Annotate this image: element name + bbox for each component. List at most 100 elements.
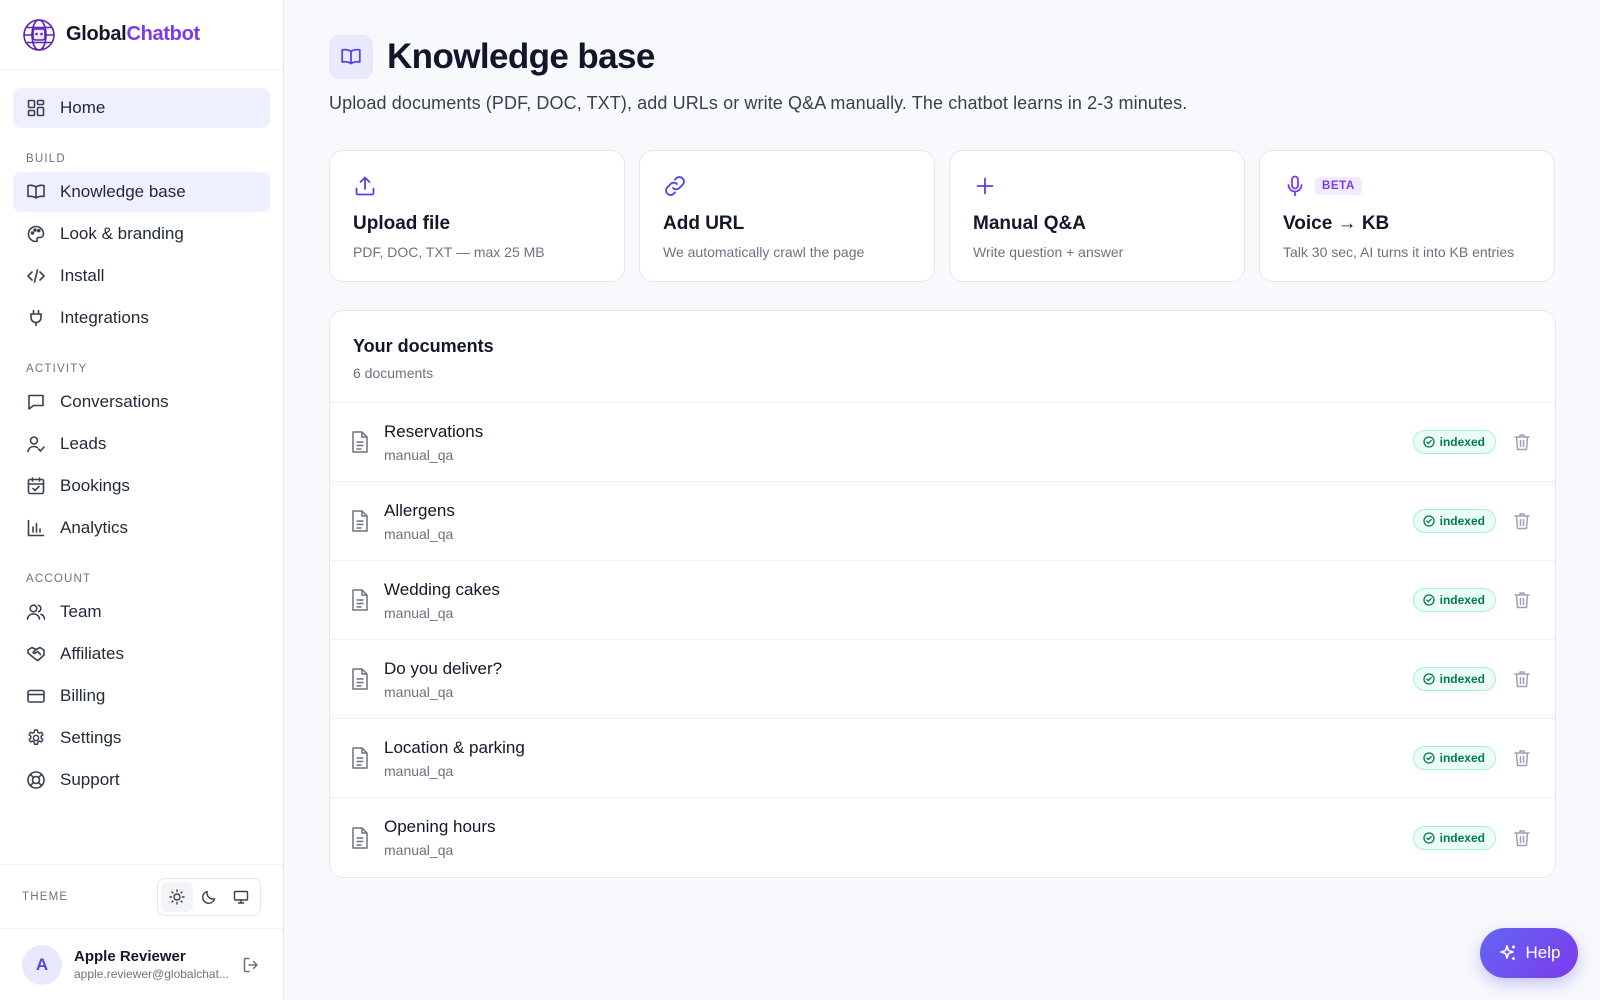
card-title: Manual Q&A: [973, 213, 1086, 234]
check-circle-icon: [1422, 831, 1435, 844]
document-source: manual_qa: [384, 446, 454, 463]
sidebar-item-label: Knowledge base: [60, 182, 186, 201]
status-label: indexed: [1439, 751, 1485, 765]
upload-file-card[interactable]: Upload file PDF, DOC, TXT — max 25 MB: [329, 150, 625, 282]
help-label: Help: [1525, 943, 1561, 962]
main-content: Knowledge base Upload documents (PDF, DO…: [329, 0, 1556, 878]
table-row[interactable]: Allergens manual_qa indexed: [330, 482, 1555, 561]
status-badge: indexed: [1412, 825, 1496, 850]
section-label-activity: ACTIVITY: [26, 363, 88, 375]
card-description: PDF, DOC, TXT — max 25 MB: [353, 244, 545, 260]
brand-name-part2: Chatbot: [126, 23, 200, 45]
brand[interactable]: GlobalChatbot: [0, 0, 283, 70]
trash-icon[interactable]: [1512, 590, 1532, 610]
card-description: We automatically crawl the page: [663, 244, 865, 260]
sidebar-item-team[interactable]: Team: [13, 592, 270, 632]
sidebar-nav: Home BUILD Knowledge base Look & brandin…: [0, 70, 283, 800]
sidebar-item-integrations[interactable]: Integrations: [13, 298, 270, 338]
document-name[interactable]: Reservations: [384, 422, 1413, 442]
trash-icon[interactable]: [1512, 748, 1532, 768]
user-info: Apple Reviewer apple.reviewer@globalchat…: [74, 948, 241, 981]
sidebar-item-billing[interactable]: Billing: [13, 676, 270, 716]
sidebar-item-leads[interactable]: Leads: [13, 424, 270, 464]
sidebar-item-label: Team: [60, 602, 102, 621]
upload-icon: [353, 174, 377, 198]
link-icon: [663, 174, 687, 198]
document-text: Allergens manual_qa: [384, 501, 1413, 542]
status-label: indexed: [1439, 435, 1485, 449]
plug-icon: [26, 308, 46, 328]
sun-icon[interactable]: [161, 881, 193, 912]
trash-icon[interactable]: [1512, 669, 1532, 689]
document-text: Wedding cakes manual_qa: [384, 580, 1413, 621]
moon-icon[interactable]: [193, 882, 225, 912]
check-circle-icon: [1422, 515, 1435, 527]
calendar-check-icon: [26, 476, 46, 496]
manual-qa-card[interactable]: Manual Q&A Write question + answer: [949, 150, 1245, 282]
document-name[interactable]: Do you deliver?: [384, 659, 1413, 679]
add-url-card[interactable]: Add URL We automatically crawl the page: [639, 150, 935, 282]
table-row[interactable]: Location & parking manual_qa indexed: [330, 719, 1555, 798]
documents-count: 6 documents: [353, 365, 434, 381]
trash-icon[interactable]: [1512, 511, 1532, 531]
sidebar-item-support[interactable]: Support: [13, 760, 270, 800]
status-badge: indexed: [1412, 667, 1496, 691]
table-row[interactable]: Opening hours manual_qa indexed: [330, 798, 1555, 877]
voice-kb-card[interactable]: BETA Voice → KB Talk 30 sec, AI turns it…: [1259, 150, 1555, 282]
sidebar-item-home[interactable]: Home: [13, 88, 270, 128]
document-name[interactable]: Opening hours: [384, 817, 1413, 837]
documents-header: Your documents 6 documents: [330, 311, 1555, 403]
sidebar-item-label: Bookings: [60, 476, 130, 495]
page-header: Knowledge base: [329, 35, 1556, 79]
sidebar-item-install[interactable]: Install: [13, 256, 270, 296]
brand-name-part1: Global: [66, 23, 127, 45]
help-button[interactable]: Help: [1480, 928, 1578, 978]
sidebar-item-conversations[interactable]: Conversations: [13, 382, 270, 422]
trash-icon[interactable]: [1512, 432, 1532, 452]
trash-icon[interactable]: [1512, 828, 1532, 848]
theme-toggle: [157, 877, 261, 916]
chat-icon: [26, 392, 46, 412]
status-badge: indexed: [1412, 588, 1496, 612]
users-icon: [26, 602, 46, 622]
sidebar-item-knowledge-base[interactable]: Knowledge base: [13, 172, 270, 212]
sidebar-item-label: Home: [60, 98, 106, 117]
sidebar-item-affiliates[interactable]: Affiliates: [13, 634, 270, 674]
user-check-icon: [26, 434, 46, 454]
file-text-icon: [350, 746, 370, 770]
theme-switcher: THEME: [0, 864, 283, 928]
document-source: manual_qa: [384, 762, 454, 779]
document-name[interactable]: Wedding cakes: [384, 580, 1413, 600]
file-text-icon: [350, 588, 370, 612]
user-email: apple.reviewer@globalchat...: [74, 967, 229, 981]
table-row[interactable]: Wedding cakes manual_qa indexed: [330, 561, 1555, 640]
sidebar-item-look-branding[interactable]: Look & branding: [13, 214, 270, 254]
document-text: Do you deliver? manual_qa: [384, 659, 1413, 700]
sidebar-item-label: Support: [60, 770, 120, 789]
document-name[interactable]: Location & parking: [384, 738, 1413, 758]
document-source: manual_qa: [384, 604, 454, 621]
file-text-icon: [350, 430, 370, 454]
sidebar-item-analytics[interactable]: Analytics: [13, 508, 270, 548]
theme-label: THEME: [22, 890, 69, 903]
sparkles-icon: [1498, 943, 1518, 963]
code-icon: [26, 266, 46, 286]
card-title: Add URL: [663, 213, 745, 234]
sidebar-item-bookings[interactable]: Bookings: [13, 466, 270, 506]
table-row[interactable]: Reservations manual_qa indexed: [330, 403, 1555, 482]
document-name[interactable]: Allergens: [384, 501, 1413, 521]
document-source: manual_qa: [384, 683, 454, 700]
monitor-icon[interactable]: [225, 882, 257, 912]
page-title: Knowledge base: [387, 37, 655, 76]
sidebar-item-label: Settings: [60, 728, 122, 747]
card-title: Voice → KB: [1283, 213, 1390, 234]
add-source-cards: Upload file PDF, DOC, TXT — max 25 MB Ad…: [329, 150, 1556, 282]
sidebar-item-label: Conversations: [60, 392, 169, 411]
card-title: Upload file: [353, 213, 451, 234]
logout-icon[interactable]: [241, 955, 261, 975]
table-row[interactable]: Do you deliver? manual_qa indexed: [330, 640, 1555, 719]
book-icon: [26, 182, 46, 202]
avatar[interactable]: A: [22, 944, 62, 985]
sidebar-item-settings[interactable]: Settings: [13, 718, 270, 758]
check-circle-icon: [1422, 752, 1435, 764]
